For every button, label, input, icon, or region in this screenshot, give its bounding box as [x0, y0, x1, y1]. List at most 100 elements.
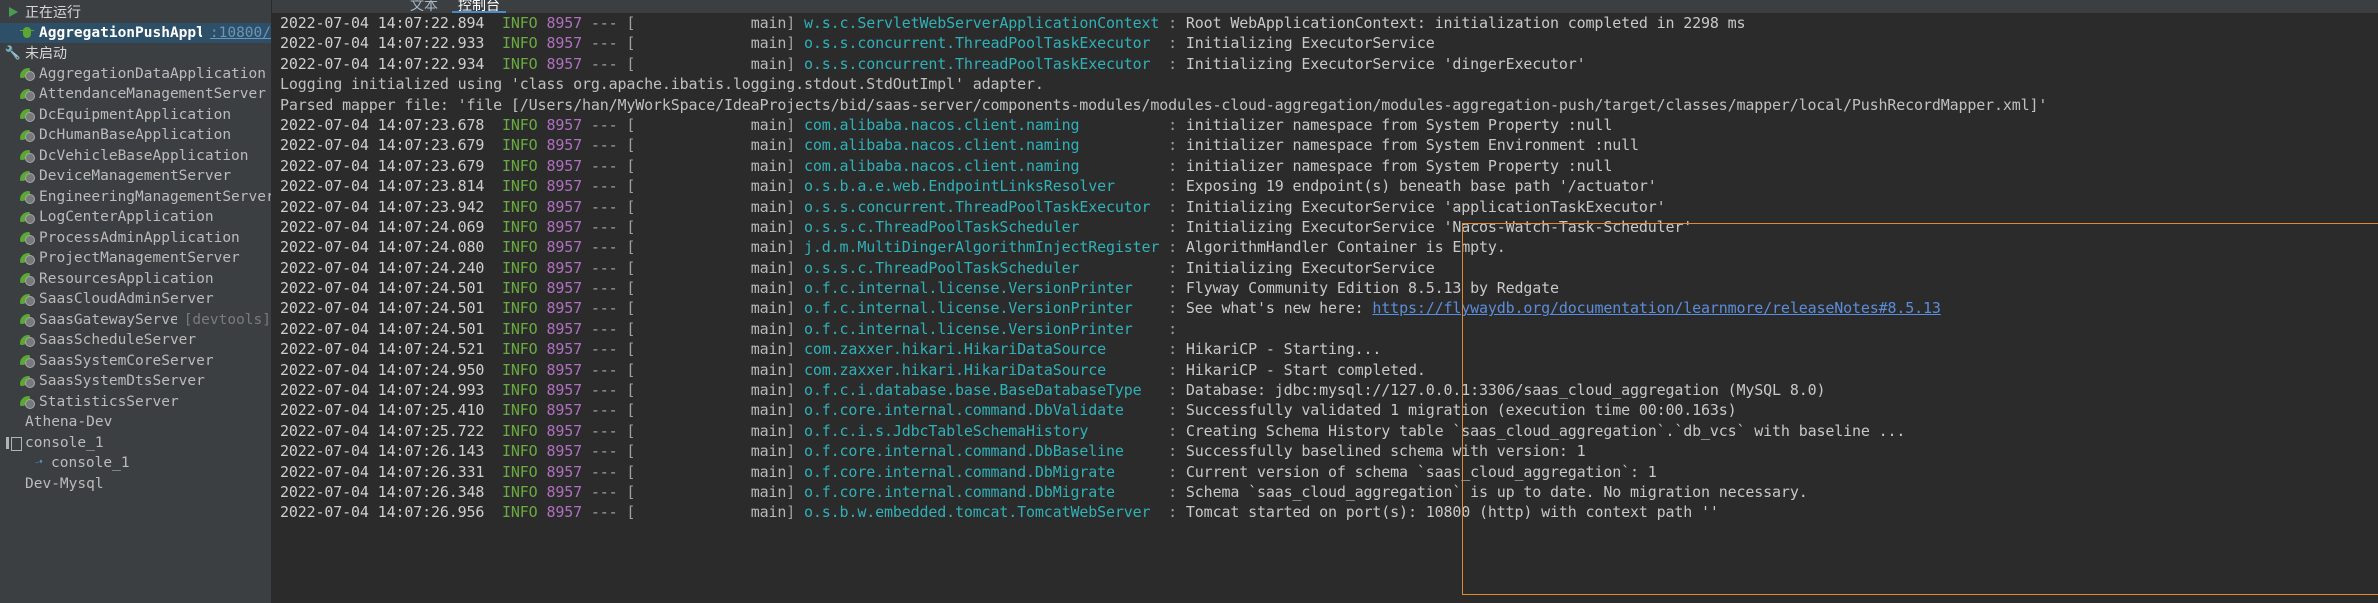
log-pid: 8957	[546, 136, 582, 155]
log-thread: main	[635, 177, 787, 196]
sidebar-item-saasgatewayserver[interactable]: SaasGatewayServer [devtools]	[0, 310, 271, 331]
sidebar-bottom-item[interactable]: Athena-Dev	[0, 412, 271, 433]
log-line: 2022-07-04 14:07:22.894 INFO 8957 --- [ …	[280, 13, 2378, 33]
sidebar-group-running[interactable]: 正在运行	[0, 2, 271, 23]
log-line: 2022-07-04 14:07:25.722 INFO 8957 --- [ …	[280, 421, 2378, 441]
log-timestamp: 2022-07-04 14:07:23.679	[280, 136, 485, 155]
sidebar-bottom-item[interactable]: ➝ console_1	[0, 453, 271, 474]
sidebar-item-attendancemanagementserver[interactable]: AttendanceManagementServer	[0, 84, 271, 105]
log-level: INFO	[502, 462, 538, 481]
log-timestamp: 2022-07-04 14:07:26.143	[280, 442, 485, 461]
log-line: 2022-07-04 14:07:24.240 INFO 8957 --- [ …	[280, 258, 2378, 278]
sidebar-bottom-item[interactable]: console_1	[0, 433, 271, 454]
log-thread: main	[635, 462, 787, 481]
sidebar-item-label: DcHumanBaseApplication	[39, 127, 232, 144]
sidebar-item-suffix: [devtools]	[183, 311, 271, 328]
log-logger: w.s.c.ServletWebServerApplicationContext	[804, 14, 1169, 32]
log-pid: 8957	[546, 503, 582, 522]
spring-leaf-icon	[18, 190, 36, 204]
app-port-link[interactable]: :10800/	[210, 25, 271, 41]
log-message: Initializing ExecutorService	[1185, 34, 1435, 53]
log-thread-close: ]	[786, 482, 805, 501]
log-logger: o.s.s.c.ThreadPoolTaskScheduler	[804, 258, 1169, 277]
sidebar-item-dcvehiclebaseapplication[interactable]: DcVehicleBaseApplication	[0, 146, 271, 167]
log-logger: j.d.m.MultiDingerAlgorithmInjectRegister	[804, 238, 1169, 257]
log-colon: :	[1168, 115, 1186, 134]
log-thread: main	[635, 14, 787, 32]
sidebar-item-processadminapplication[interactable]: ProcessAdminApplication	[0, 228, 271, 249]
tab-text[interactable]: 文本	[400, 0, 448, 13]
sidebar-item-saasscheduleserver[interactable]: SaasScheduleServer	[0, 330, 271, 351]
log-separator: --- [	[581, 156, 636, 175]
log-line: 2022-07-04 14:07:24.521 INFO 8957 --- [ …	[280, 339, 2378, 359]
sidebar-item-saassystemdtsserver[interactable]: SaasSystemDtsServer	[0, 371, 271, 392]
log-separator: --- [	[581, 54, 636, 73]
log-colon: :	[1168, 54, 1186, 73]
sidebar-item-aggregationdataapplication[interactable]: AggregationDataApplication	[0, 64, 271, 85]
log-level: INFO	[502, 258, 538, 277]
log-plain-text: Logging initialized using 'class org.apa…	[280, 75, 1044, 94]
log-thread: main	[635, 381, 787, 400]
sidebar-item-devicemanagementserver[interactable]: DeviceManagementServer	[0, 166, 271, 187]
sidebar-item-saassystemcoreserver[interactable]: SaasSystemCoreServer	[0, 351, 271, 372]
sidebar-item-engineeringmanagementserver[interactable]: EngineeringManagementServer	[0, 187, 271, 208]
log-thread-close: ]	[786, 442, 805, 461]
log-colon: :	[1168, 14, 1186, 32]
log-thread: main	[635, 136, 787, 155]
log-pid: 8957	[546, 279, 582, 298]
sidebar-item-dcequipmentapplication[interactable]: DcEquipmentApplication	[0, 105, 271, 126]
log-level: INFO	[502, 360, 538, 379]
ide-window: 正在运行 AggregationPushApplication:10800/ 🔧未启…	[0, 0, 2378, 603]
log-logger: o.s.s.c.ThreadPoolTaskScheduler	[804, 217, 1169, 236]
sidebar-item-label: SaasSystemDtsServer	[39, 373, 205, 390]
sidebar-item-aggregation-push-application[interactable]: AggregationPushApplication:10800/	[0, 22, 271, 43]
sidebar-item-label: EngineeringManagementServer	[39, 188, 271, 205]
log-separator: --- [	[581, 421, 636, 440]
log-timestamp: 2022-07-04 14:07:24.501	[280, 319, 485, 338]
console-tab-strip[interactable]: 文本 控制台	[272, 0, 2378, 13]
log-timestamp: 2022-07-04 14:07:24.521	[280, 340, 485, 359]
log-thread-close: ]	[786, 136, 805, 155]
log-line: 2022-07-04 14:07:26.956 INFO 8957 --- [ …	[280, 502, 2378, 522]
log-thread: main	[635, 442, 787, 461]
sidebar-item-projectmanagementserver[interactable]: ProjectManagementServer	[0, 248, 271, 269]
sidebar-item-logcenterapplication[interactable]: LogCenterApplication	[0, 207, 271, 228]
log-thread: main	[635, 34, 787, 53]
log-line: 2022-07-04 14:07:23.678 INFO 8957 --- [ …	[280, 115, 2378, 135]
log-thread-close: ]	[786, 217, 805, 236]
log-logger: o.f.c.internal.license.VersionPrinter	[804, 319, 1169, 338]
sidebar-item-saascloudadminserver[interactable]: SaasCloudAdminServer	[0, 289, 271, 310]
log-output[interactable]: 2022-07-04 14:07:22.894 INFO 8957 --- [ …	[272, 13, 2378, 603]
log-colon: :	[1168, 34, 1186, 53]
log-logger: o.s.b.w.embedded.tomcat.TomcatWebServer	[804, 503, 1169, 522]
sidebar-item-label: 正在运行	[25, 5, 81, 22]
log-thread: main	[635, 360, 787, 379]
log-pid: 8957	[546, 156, 582, 175]
log-pid: 8957	[546, 482, 582, 501]
sidebar-bottom-item[interactable]: Dev-Mysql	[0, 474, 271, 495]
sidebar-item-resourcesapplication[interactable]: ResourcesApplication	[0, 269, 271, 290]
log-logger: com.alibaba.nacos.client.naming	[804, 136, 1169, 155]
log-line: 2022-07-04 14:07:24.993 INFO 8957 --- [ …	[280, 380, 2378, 400]
log-logger: o.f.core.internal.command.DbMigrate	[804, 482, 1169, 501]
log-separator: --- [	[581, 381, 636, 400]
sidebar-item-label: DcEquipmentApplication	[39, 106, 232, 123]
services-sidebar[interactable]: 正在运行 AggregationPushApplication:10800/ 🔧未启…	[0, 0, 272, 603]
log-colon: :	[1168, 503, 1186, 522]
log-timestamp: 2022-07-04 14:07:26.331	[280, 462, 485, 481]
sidebar-item-dchumanbaseapplication[interactable]: DcHumanBaseApplication	[0, 125, 271, 146]
log-timestamp: 2022-07-04 14:07:24.993	[280, 381, 485, 400]
sidebar-item-label: AttendanceManagementServer	[39, 86, 266, 103]
log-url-link[interactable]: https://flywaydb.org/documentation/learn…	[1372, 299, 1941, 317]
spring-leaf-icon	[18, 88, 36, 102]
sidebar-group-not-started[interactable]: 🔧 未启动	[0, 43, 271, 64]
log-level: INFO	[502, 217, 538, 236]
tab-console[interactable]: 控制台	[448, 0, 510, 13]
log-thread-close: ]	[786, 381, 805, 400]
sidebar-item-statisticsserver[interactable]: StatisticsServer	[0, 392, 271, 413]
log-logger: com.zaxxer.hikari.HikariDataSource	[804, 340, 1169, 359]
log-logger: o.f.core.internal.command.DbValidate	[804, 401, 1169, 420]
log-level: INFO	[502, 156, 538, 175]
log-level: INFO	[502, 503, 538, 522]
log-message: Initializing ExecutorService	[1185, 258, 1435, 277]
